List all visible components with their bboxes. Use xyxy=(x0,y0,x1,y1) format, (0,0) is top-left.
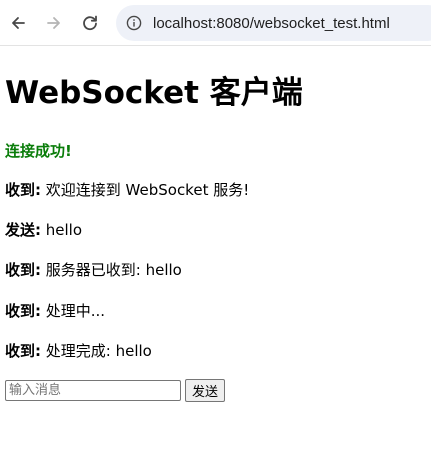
message-line: 收到: 处理完成: hello xyxy=(5,340,152,361)
forward-arrow-icon xyxy=(47,17,60,29)
message-text: hello xyxy=(41,221,83,239)
message-text: 服务器已收到: hello xyxy=(41,261,182,279)
message-form: 发送 xyxy=(5,379,226,402)
browser-toolbar: localhost:8080/websocket_test.html xyxy=(0,0,431,46)
message-line: 收到: 处理中... xyxy=(5,300,105,321)
page-content: WebSocket 客户端 连接成功! 收到: 欢迎连接到 WebSocket … xyxy=(5,72,425,402)
message-line: 收到: 欢迎连接到 WebSocket 服务! xyxy=(5,179,249,200)
message-direction: 收到: xyxy=(5,302,41,320)
message-text: 处理中... xyxy=(41,302,106,320)
address-bar[interactable]: localhost:8080/websocket_test.html xyxy=(116,5,431,41)
back-button[interactable] xyxy=(4,9,32,37)
site-info-button[interactable] xyxy=(123,12,145,34)
message-direction: 收到: xyxy=(5,261,41,279)
message-text: 欢迎连接到 WebSocket 服务! xyxy=(41,181,250,199)
message-input[interactable] xyxy=(5,380,181,401)
reload-icon xyxy=(83,15,97,31)
message-direction: 收到: xyxy=(5,342,41,360)
info-icon xyxy=(126,15,142,31)
message-line: 收到: 服务器已收到: hello xyxy=(5,259,182,280)
back-arrow-icon xyxy=(12,17,25,29)
reload-button[interactable] xyxy=(76,9,104,37)
message-text: 处理完成: hello xyxy=(41,342,152,360)
message-direction: 发送: xyxy=(5,221,41,239)
url-text: localhost:8080/websocket_test.html xyxy=(153,14,390,32)
forward-button[interactable] xyxy=(40,9,68,37)
page-title: WebSocket 客户端 xyxy=(5,75,303,111)
message-direction: 收到: xyxy=(5,181,41,199)
message-line: 发送: hello xyxy=(5,219,82,240)
send-button[interactable]: 发送 xyxy=(185,379,226,402)
connection-status: 连接成功! xyxy=(5,142,72,160)
